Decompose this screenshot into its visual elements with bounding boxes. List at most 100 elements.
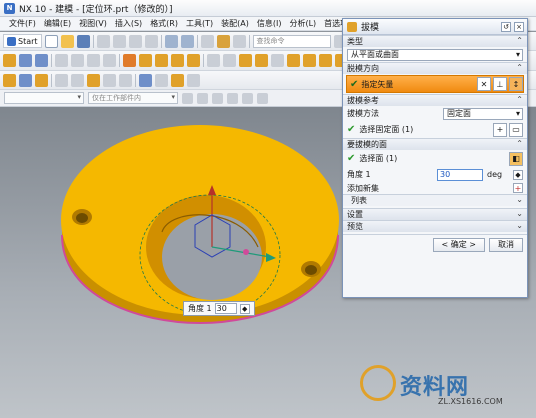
- snap-mid-icon[interactable]: [227, 92, 238, 104]
- angle-tip-value[interactable]: 30: [214, 303, 237, 314]
- measure-icon[interactable]: [171, 73, 184, 87]
- save-icon[interactable]: [76, 34, 90, 48]
- angle-screen-input[interactable]: 角度 1 30 ◆: [183, 301, 255, 316]
- open-icon[interactable]: [60, 34, 74, 48]
- window-icon[interactable]: [232, 34, 246, 48]
- select-face-row[interactable]: ✔ 选择面 (1) ◧: [343, 150, 527, 167]
- menu-analysis[interactable]: 分析(L): [286, 18, 319, 29]
- show-hide-icon[interactable]: [155, 73, 168, 87]
- copy-icon[interactable]: [112, 34, 126, 48]
- snap-point-icon[interactable]: [197, 92, 208, 104]
- arc-icon[interactable]: [71, 54, 84, 67]
- point-icon[interactable]: [207, 54, 220, 67]
- hole-icon[interactable]: [123, 54, 136, 67]
- start-button[interactable]: Start: [3, 34, 42, 48]
- select-fixed-face-row[interactable]: ✔ 选择固定面 (1) + ▭: [343, 121, 527, 138]
- shell-icon[interactable]: [319, 54, 332, 67]
- snap-quadrant-icon[interactable]: [257, 92, 268, 104]
- close-icon[interactable]: ×: [514, 21, 524, 32]
- title-bar: N NX 10 - 建模 - [定位环.prt（修改的）]: [0, 0, 536, 17]
- face-filter-icon[interactable]: ▭: [509, 122, 523, 137]
- menu-view[interactable]: 视图(V): [76, 18, 110, 29]
- angle-menu-icon[interactable]: ◆: [513, 169, 523, 180]
- type-filter-dropdown[interactable]: [4, 92, 84, 104]
- unite-icon[interactable]: [239, 54, 252, 67]
- pocket-icon[interactable]: [155, 54, 168, 67]
- circle-icon[interactable]: [87, 54, 100, 67]
- menu-format[interactable]: 格式(R): [147, 18, 181, 29]
- pan-icon[interactable]: [55, 73, 68, 87]
- delete-icon[interactable]: [144, 34, 158, 48]
- vector-dialog-icon[interactable]: ⊥: [493, 77, 507, 91]
- curve-icon[interactable]: [103, 54, 116, 67]
- reverse-direction-icon[interactable]: ✕: [477, 77, 491, 91]
- dialog-title: 拔模: [361, 23, 380, 33]
- face-select-icon[interactable]: ◧: [509, 151, 523, 166]
- direction-section-header[interactable]: 脱模方向 ⌃: [343, 62, 527, 74]
- trim-body-icon[interactable]: [271, 54, 284, 67]
- cancel-button[interactable]: 取消: [489, 237, 523, 252]
- ref-method-dropdown[interactable]: 固定面: [443, 107, 523, 120]
- analysis-icon[interactable]: [187, 73, 200, 87]
- menu-assembly[interactable]: 装配(A): [218, 18, 252, 29]
- reset-icon[interactable]: ↺: [501, 21, 511, 32]
- menu-info[interactable]: 信息(I): [254, 18, 285, 29]
- subtract-icon[interactable]: [255, 54, 268, 67]
- boss-icon[interactable]: [139, 54, 152, 67]
- section-icon[interactable]: [119, 73, 132, 87]
- type-section-header[interactable]: 类型 ⌃: [343, 35, 527, 47]
- edge-blend-icon[interactable]: [287, 54, 300, 67]
- separator: [51, 73, 52, 87]
- add-face-icon[interactable]: +: [493, 122, 507, 137]
- cut-icon[interactable]: [96, 34, 110, 48]
- snap-center-icon[interactable]: [242, 92, 253, 104]
- command-search-input[interactable]: 查找命令: [252, 34, 331, 48]
- orient-icon[interactable]: [71, 73, 84, 87]
- settings-section-header[interactable]: 设置 ⌄: [343, 208, 527, 220]
- wireframe-icon[interactable]: [103, 73, 116, 87]
- type-dropdown[interactable]: 从平面或曲面: [347, 48, 523, 61]
- specify-vector-row[interactable]: ✔ 指定矢量 ✕ ⊥ ↕: [346, 75, 524, 93]
- ok-button[interactable]: < 确定 >: [432, 237, 485, 252]
- touch-mode-icon[interactable]: [216, 34, 230, 48]
- vector-type-dropdown-icon[interactable]: ↕: [509, 77, 523, 91]
- reference-section-header[interactable]: 拔模参考 ⌃: [343, 94, 527, 106]
- select-fixed-face-label: 选择固定面 (1): [359, 125, 414, 134]
- selection-scope-dropdown[interactable]: 仅在工作部件内: [88, 92, 178, 104]
- line-icon[interactable]: [55, 54, 68, 67]
- list-header[interactable]: 列表 ⌄: [343, 194, 527, 206]
- menu-edit[interactable]: 编辑(E): [41, 18, 74, 29]
- rotate-icon[interactable]: [35, 73, 48, 87]
- extrude-icon[interactable]: [19, 54, 32, 67]
- layer-icon[interactable]: [139, 73, 152, 87]
- pattern-icon[interactable]: [187, 54, 200, 67]
- start-label: Start: [18, 36, 38, 46]
- chamfer-icon[interactable]: [303, 54, 316, 67]
- direction-section-label: 脱模方向: [347, 64, 379, 73]
- paste-icon[interactable]: [128, 34, 142, 48]
- add-set-icon[interactable]: +: [513, 183, 523, 193]
- menu-tools[interactable]: 工具(T): [183, 18, 216, 29]
- preview-section-label: 预览: [347, 222, 363, 231]
- snap-end-icon[interactable]: [212, 92, 223, 104]
- menu-insert[interactable]: 插入(S): [112, 18, 145, 29]
- redo-icon[interactable]: [180, 34, 194, 48]
- new-icon[interactable]: [44, 34, 58, 48]
- filter-reset-icon[interactable]: [182, 92, 193, 104]
- preview-section-header[interactable]: 预览 ⌄: [343, 220, 527, 232]
- draft-icon: [347, 21, 357, 32]
- shaded-icon[interactable]: [87, 73, 100, 87]
- menu-file[interactable]: 文件(F): [6, 18, 39, 29]
- angle-tip-menu-icon[interactable]: ◆: [239, 303, 250, 314]
- datum-plane-icon[interactable]: [223, 54, 236, 67]
- draft-faces-section-header[interactable]: 要拔模的面 ⌃: [343, 138, 527, 150]
- pad-icon[interactable]: [171, 54, 184, 67]
- angle-row: 角度 1 30 deg ◆: [343, 167, 527, 182]
- undo-icon[interactable]: [164, 34, 178, 48]
- repeat-command-icon[interactable]: [200, 34, 214, 48]
- revolve-icon[interactable]: [35, 54, 48, 67]
- sketch-icon[interactable]: [3, 54, 16, 67]
- fit-icon[interactable]: [3, 73, 16, 87]
- angle-input[interactable]: 30: [437, 168, 483, 181]
- zoom-icon[interactable]: [19, 73, 32, 87]
